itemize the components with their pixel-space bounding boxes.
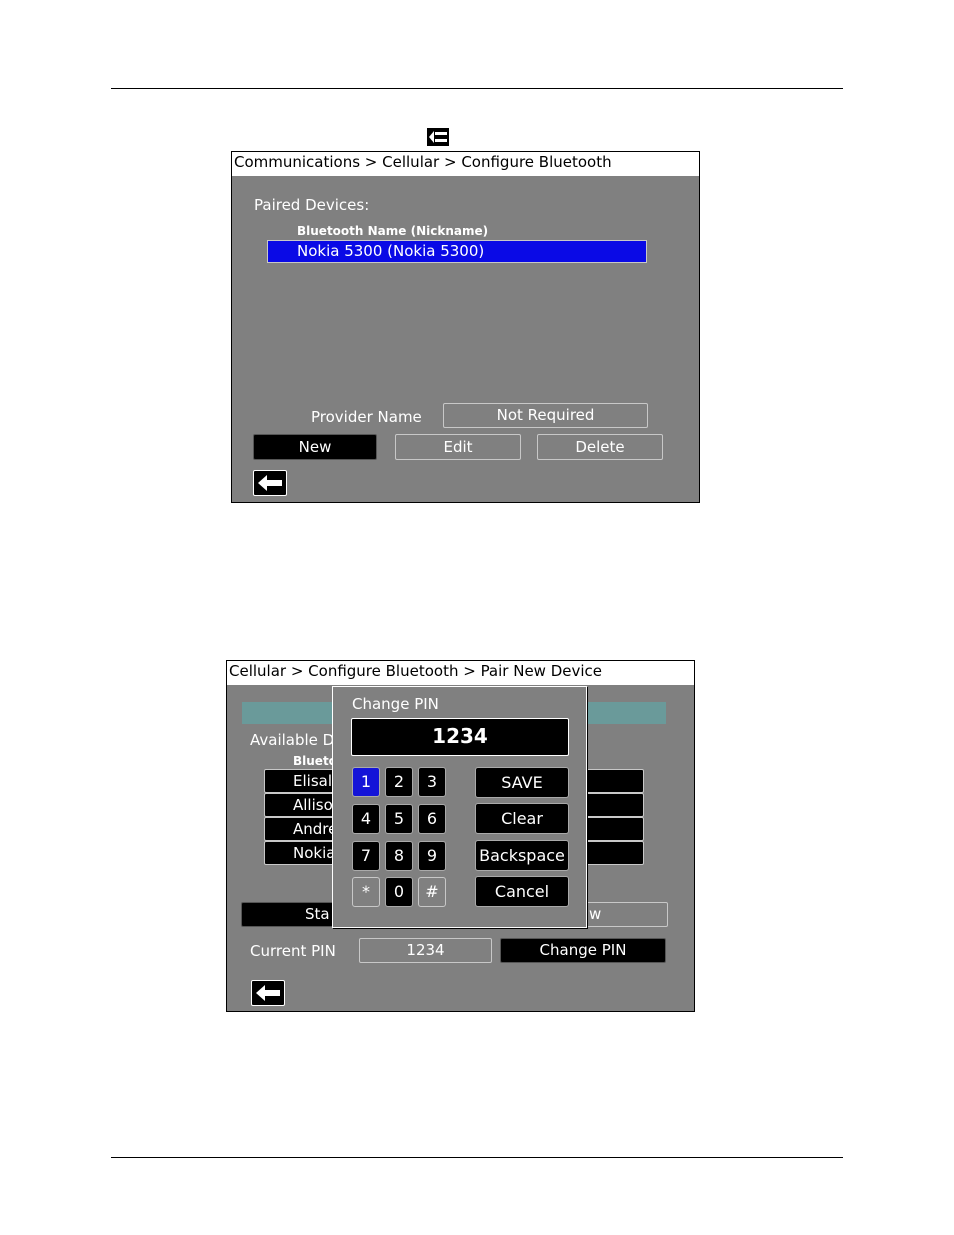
backspace-button[interactable]: Backspace (475, 840, 569, 871)
dialog-title: Change PIN (352, 695, 439, 713)
edit-button[interactable]: Edit (395, 434, 521, 460)
key-star[interactable]: * (352, 877, 380, 907)
right-action-label: w (589, 905, 602, 923)
available-devices-label: Available D (250, 731, 335, 749)
paired-devices-label: Paired Devices: (254, 196, 370, 214)
device-row-label: Alliso (293, 796, 333, 814)
back-button[interactable] (251, 980, 285, 1006)
key-2[interactable]: 2 (385, 767, 413, 797)
menu-icon (427, 128, 449, 146)
pin-display: 1234 (351, 718, 569, 756)
save-button[interactable]: SAVE (475, 767, 569, 798)
change-pin-dialog: Change PIN 1234 1 2 3 4 5 6 7 8 9 * 0 # … (332, 686, 587, 928)
clear-button[interactable]: Clear (475, 803, 569, 834)
breadcrumb: Communications > Cellular > Configure Bl… (232, 152, 699, 176)
breadcrumb: Cellular > Configure Bluetooth > Pair Ne… (227, 661, 694, 685)
back-button[interactable] (253, 470, 287, 496)
device-row-label: Nokia (293, 844, 336, 862)
back-arrow-icon (258, 475, 282, 491)
new-button[interactable]: New (253, 434, 377, 460)
key-0[interactable]: 0 (385, 877, 413, 907)
key-7[interactable]: 7 (352, 841, 380, 871)
key-hash[interactable]: # (418, 877, 446, 907)
key-3[interactable]: 3 (418, 767, 446, 797)
cancel-button[interactable]: Cancel (475, 876, 569, 907)
key-4[interactable]: 4 (352, 804, 380, 834)
change-pin-button[interactable]: Change PIN (500, 938, 666, 963)
key-6[interactable]: 6 (418, 804, 446, 834)
current-pin-label: Current PIN (250, 942, 336, 960)
key-8[interactable]: 8 (385, 841, 413, 871)
key-1[interactable]: 1 (352, 767, 380, 797)
provider-name-field[interactable]: Not Required (443, 403, 648, 428)
column-header: Bluetooth Name (Nickname) (297, 224, 489, 238)
delete-button[interactable]: Delete (537, 434, 663, 460)
key-5[interactable]: 5 (385, 804, 413, 834)
top-rule (111, 88, 843, 89)
key-9[interactable]: 9 (418, 841, 446, 871)
configure-bluetooth-screen: Communications > Cellular > Configure Bl… (231, 151, 700, 503)
bottom-rule (111, 1157, 843, 1158)
column-header: Blueto (293, 754, 337, 768)
start-scan-label: Sta (305, 905, 330, 923)
device-row-label: Elisal (293, 772, 332, 790)
back-arrow-icon (256, 985, 280, 1001)
current-pin-field: 1234 (359, 938, 492, 963)
device-row-label: Nokia 5300 (Nokia 5300) (297, 242, 485, 260)
device-row[interactable]: Nokia 5300 (Nokia 5300) (267, 240, 647, 263)
provider-name-label: Provider Name (311, 408, 422, 426)
device-row-label: Andre (293, 820, 338, 838)
